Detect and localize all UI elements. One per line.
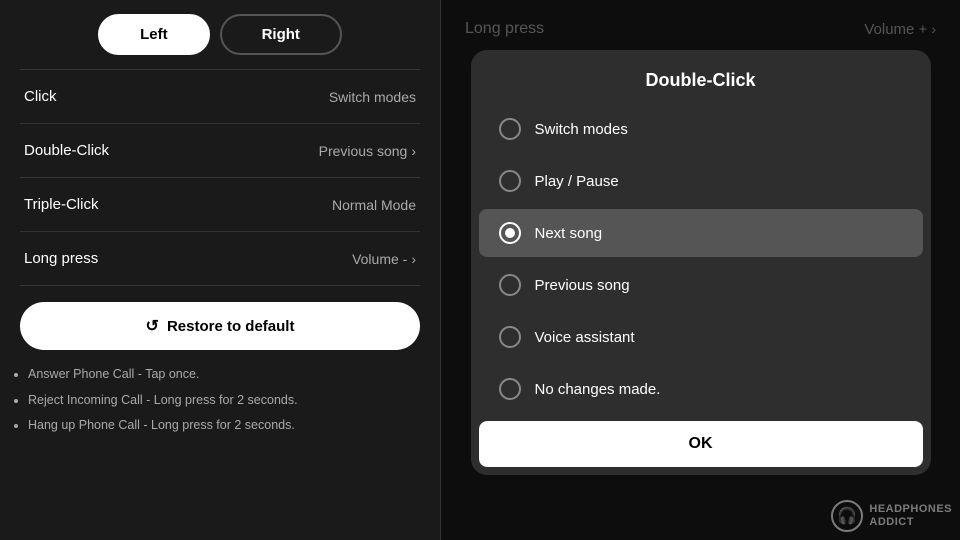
option-switch-modes[interactable]: Switch modes — [479, 105, 923, 153]
modal-overlay: Double-Click Switch modes Play / Pause N… — [441, 0, 960, 540]
radio-group: Switch modes Play / Pause Next song Prev… — [471, 105, 931, 413]
modal-title: Double-Click — [471, 50, 931, 105]
double-click-label: Double-Click — [24, 142, 109, 159]
radio-circle-voice-assistant — [499, 326, 521, 348]
left-panel: Left Right Click Switch modes Double-Cli… — [0, 0, 440, 540]
click-label: Click — [24, 88, 57, 105]
ok-button[interactable]: OK — [479, 421, 923, 467]
divider-4 — [20, 285, 420, 286]
info-item-2: Reject Incoming Call - Long press for 2 … — [28, 392, 420, 410]
tab-left[interactable]: Left — [98, 14, 210, 55]
restore-button[interactable]: ↺ Restore to default — [20, 302, 420, 350]
radio-circle-previous-song — [499, 274, 521, 296]
option-label-play-pause: Play / Pause — [535, 173, 619, 190]
radio-dot-next-song — [505, 228, 515, 238]
watermark-icon: 🎧 — [831, 500, 863, 532]
radio-circle-next-song — [499, 222, 521, 244]
watermark: 🎧 HEADPHONES ADDICT — [831, 500, 952, 532]
menu-item-triple-click[interactable]: Triple-Click Normal Mode — [0, 178, 440, 231]
long-press-chevron: › — [411, 251, 416, 267]
info-item-1: Answer Phone Call - Tap once. — [28, 366, 420, 384]
modal-footer: OK — [479, 421, 923, 467]
radio-circle-no-changes — [499, 378, 521, 400]
modal: Double-Click Switch modes Play / Pause N… — [471, 50, 931, 475]
option-label-switch-modes: Switch modes — [535, 121, 628, 138]
long-press-label: Long press — [24, 250, 98, 267]
option-play-pause[interactable]: Play / Pause — [479, 157, 923, 205]
option-label-previous-song: Previous song — [535, 277, 630, 294]
option-label-next-song: Next song — [535, 225, 603, 242]
menu-item-double-click[interactable]: Double-Click Previous song › — [0, 124, 440, 177]
option-label-no-changes: No changes made. — [535, 381, 661, 398]
double-click-chevron: › — [411, 143, 416, 159]
option-voice-assistant[interactable]: Voice assistant — [479, 313, 923, 361]
right-panel: Long press Volume + › Double-Click Switc… — [441, 0, 960, 540]
radio-circle-switch-modes — [499, 118, 521, 140]
long-press-value: Volume - › — [352, 251, 416, 267]
option-previous-song[interactable]: Previous song — [479, 261, 923, 309]
double-click-value: Previous song › — [319, 143, 416, 159]
watermark-text: HEADPHONES ADDICT — [869, 503, 952, 529]
option-next-song[interactable]: Next song — [479, 209, 923, 257]
option-no-changes[interactable]: No changes made. — [479, 365, 923, 413]
restore-icon: ↺ — [146, 316, 159, 336]
tab-row: Left Right — [0, 0, 440, 69]
option-label-voice-assistant: Voice assistant — [535, 329, 635, 346]
click-value: Switch modes — [329, 89, 416, 105]
menu-item-long-press[interactable]: Long press Volume - › — [0, 232, 440, 285]
tab-right[interactable]: Right — [220, 14, 342, 55]
info-item-3: Hang up Phone Call - Long press for 2 se… — [28, 417, 420, 435]
radio-circle-play-pause — [499, 170, 521, 192]
menu-item-click[interactable]: Click Switch modes — [0, 70, 440, 123]
triple-click-label: Triple-Click — [24, 196, 98, 213]
triple-click-value: Normal Mode — [332, 197, 416, 213]
info-list: Answer Phone Call - Tap once. Reject Inc… — [0, 362, 440, 443]
restore-label: Restore to default — [167, 318, 295, 335]
